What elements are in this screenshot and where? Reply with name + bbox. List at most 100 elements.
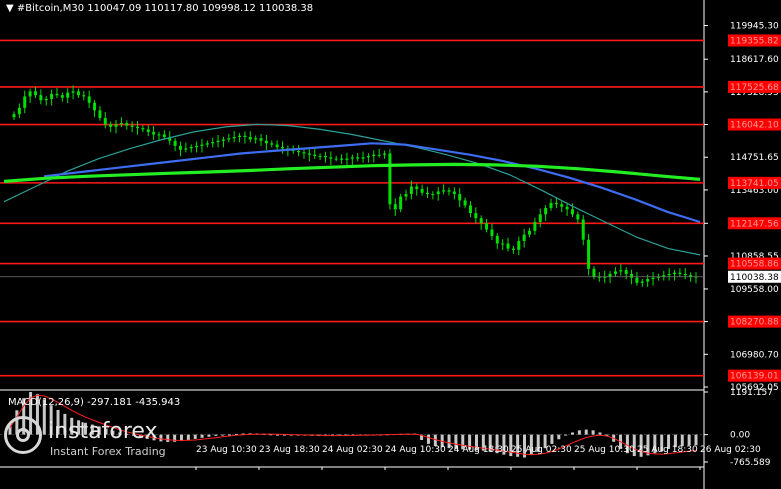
time-tick-label: 23 Aug 10:30 xyxy=(196,445,257,455)
candle xyxy=(238,135,242,137)
candle xyxy=(463,200,467,206)
candle xyxy=(297,150,301,153)
candle xyxy=(82,95,86,97)
candle xyxy=(533,221,537,231)
candle xyxy=(189,147,193,149)
candle xyxy=(157,134,161,136)
candle xyxy=(302,152,306,154)
candle xyxy=(270,143,274,145)
price-tick-label: 106980.70 xyxy=(730,350,779,360)
candle xyxy=(581,219,585,240)
candle xyxy=(425,192,429,195)
candle xyxy=(667,273,671,276)
macd-bar xyxy=(584,429,588,435)
instaforex-watermark: instaforex Instant Forex Trading xyxy=(4,416,184,460)
candle xyxy=(114,124,118,127)
level-label: 117525.68 xyxy=(730,83,779,93)
candle xyxy=(136,126,140,129)
candle xyxy=(109,124,113,127)
candle xyxy=(44,98,48,101)
candle xyxy=(146,129,150,132)
candle xyxy=(415,186,419,189)
macd-tick-label: -765.589 xyxy=(730,458,771,468)
candle xyxy=(205,143,209,145)
candle xyxy=(227,138,231,140)
candle xyxy=(608,273,612,277)
candle xyxy=(554,202,558,205)
macd-bar xyxy=(221,434,225,436)
candle xyxy=(587,239,591,269)
candle xyxy=(501,243,505,245)
candle xyxy=(307,153,311,155)
candle xyxy=(39,95,43,101)
candle xyxy=(485,223,489,230)
price-tick-label: 118617.60 xyxy=(730,55,779,65)
candle xyxy=(345,158,349,160)
candle xyxy=(323,156,327,158)
candle xyxy=(248,136,252,140)
ohlc-values: 110047.09 110117.80 109998.12 110038.38 xyxy=(87,3,314,14)
time-tick-label: 24 Aug 02:30 xyxy=(322,445,383,455)
time-tick-label: 24 Aug 18:30 xyxy=(448,445,509,455)
header-arrow-icon: ▼ xyxy=(6,3,14,14)
candle xyxy=(318,156,322,158)
candle xyxy=(152,131,156,135)
candle xyxy=(549,202,553,209)
candle xyxy=(178,145,182,150)
candle xyxy=(275,144,279,148)
candle xyxy=(76,91,80,96)
candle xyxy=(624,270,628,274)
current-price-label: 110038.38 xyxy=(730,273,779,283)
candle xyxy=(17,107,21,115)
candle xyxy=(66,92,70,98)
candle xyxy=(651,277,655,280)
candle xyxy=(281,147,285,149)
price-tick-label: 119945.30 xyxy=(730,22,779,32)
chart-window: 119945.30118617.60117328.95116042.101147… xyxy=(0,0,781,489)
instaforex-logo-icon xyxy=(4,416,42,454)
candle xyxy=(560,204,564,207)
level-label: 106139.01 xyxy=(730,372,779,382)
time-tick-label: 25 Aug 10:30 xyxy=(574,445,635,455)
candle xyxy=(254,138,258,140)
macd-bar xyxy=(550,434,554,444)
candle xyxy=(200,144,204,146)
macd-bar xyxy=(557,434,561,440)
candle xyxy=(119,123,123,125)
candle xyxy=(452,191,456,195)
candle xyxy=(431,194,435,196)
candle xyxy=(442,190,446,192)
candle xyxy=(646,279,650,282)
candle xyxy=(522,234,526,241)
candle xyxy=(619,270,623,272)
symbol-timeframe: #Bitcoin,M30 xyxy=(16,3,85,14)
candle xyxy=(673,272,677,274)
macd-indicator-label: MACD(12,26,9) -297.181 -435.943 xyxy=(8,397,181,408)
candle xyxy=(55,93,59,96)
candle xyxy=(383,153,387,155)
candle xyxy=(544,208,548,215)
candle xyxy=(511,248,515,250)
macd-bar xyxy=(228,434,232,436)
time-tick-label: 26 Aug 02:30 xyxy=(700,445,761,455)
candle xyxy=(356,157,360,159)
macd-bar xyxy=(577,430,581,435)
candle xyxy=(468,205,472,214)
candle xyxy=(372,154,376,157)
candle xyxy=(173,140,177,146)
level-label: 110558.86 xyxy=(730,260,779,270)
level-label: 119355.82 xyxy=(730,36,779,46)
candle xyxy=(350,157,354,159)
candle xyxy=(683,273,687,276)
candle xyxy=(570,209,574,215)
candle xyxy=(366,156,370,158)
candle xyxy=(635,277,639,283)
candle xyxy=(576,214,580,220)
candle xyxy=(404,194,408,197)
candle xyxy=(28,91,32,97)
macd-bar xyxy=(687,434,691,446)
candle xyxy=(613,271,617,274)
macd-bar xyxy=(694,434,698,446)
candle xyxy=(93,102,97,111)
candle xyxy=(195,145,199,148)
